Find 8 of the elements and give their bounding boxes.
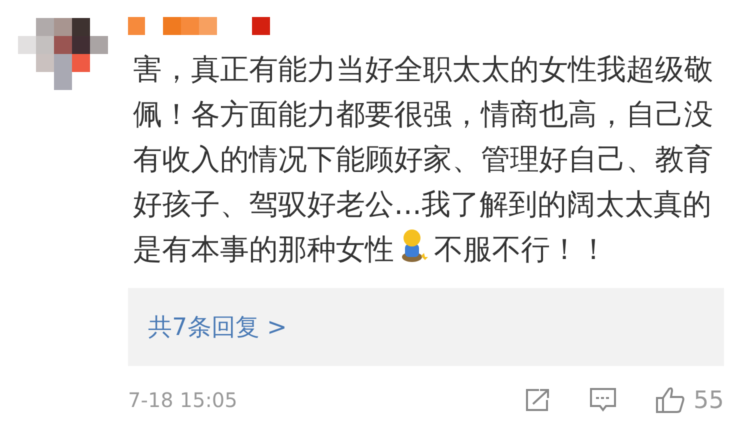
comment-text: 害，真正有能力当好全职太太的女性我超级敬佩！各方面能力都要很强，情商也高，自己没有收入的情况下能顾好家、管理好自己、教育好孩子、驾驭好老公...我了解到的阔太太真的是有本事的那种女性 不服不行！！ xyxy=(133,51,713,268)
thumbs-up-icon[interactable] xyxy=(655,386,686,414)
like-count: 55 xyxy=(693,386,724,414)
share-icon[interactable] xyxy=(525,388,552,412)
emoji-icon xyxy=(400,229,428,263)
comment-time: 7-18 15:05 xyxy=(128,388,238,412)
replies-link[interactable]: 共7条回复 > xyxy=(148,311,288,343)
comment-icon[interactable] xyxy=(589,387,618,413)
